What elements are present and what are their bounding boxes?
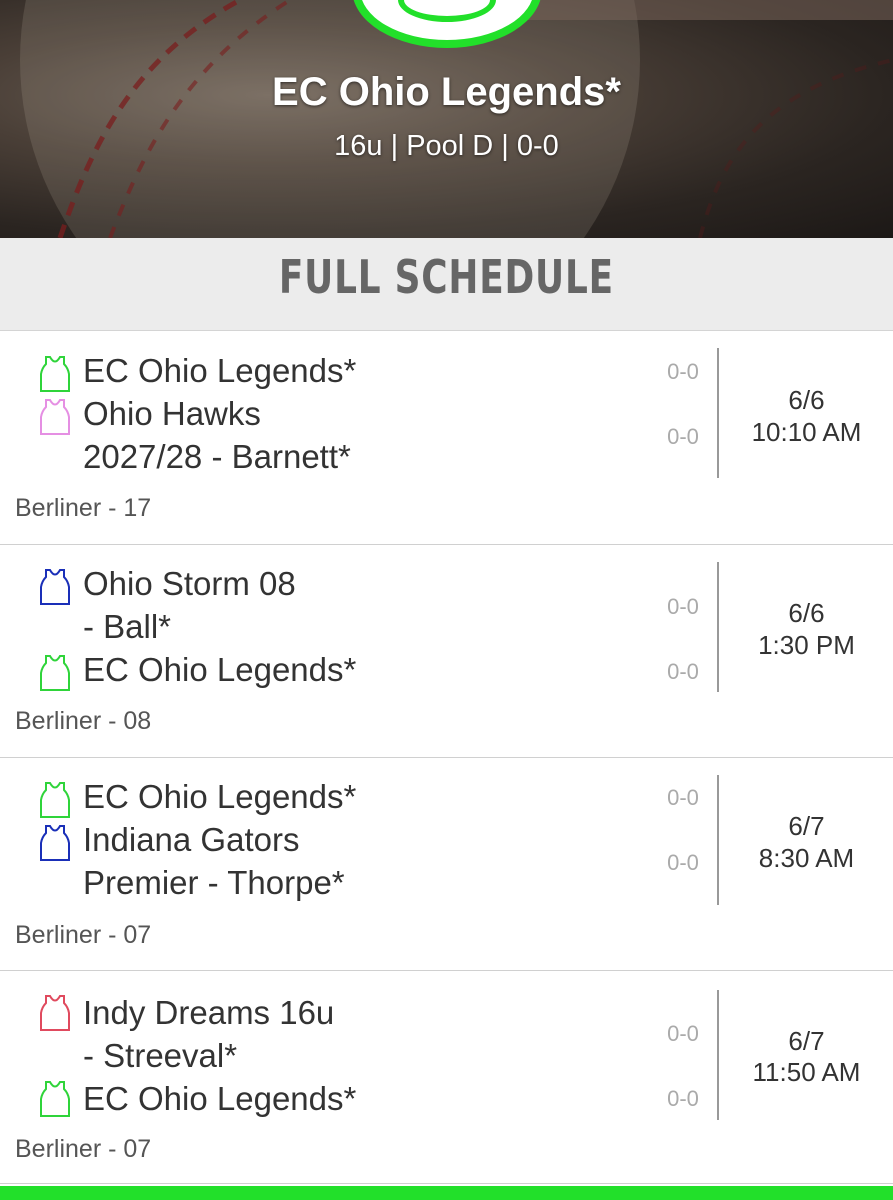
divider [717,990,719,1120]
score-home: 0-0 [667,594,699,619]
hero-top-bar [520,0,893,20]
team-name-away: Indiana Gators Premier - Thorpe* [83,821,345,901]
green-jersey-icon [40,1081,70,1117]
team-hero-banner: EC Ohio Legends* 16u | Pool D | 0-0 [0,0,893,238]
game-venue: Berliner - 08 [15,707,152,735]
green-jersey-icon [40,655,70,691]
game-date: 6/6 [788,598,825,628]
team-name: EC Ohio Legends* [272,70,621,114]
game-time: 11:50 AM [752,1057,861,1087]
blue-jersey-icon [40,569,70,605]
schedule-title: FULL SCHEDULE [278,250,614,304]
pink-jersey-icon [40,399,70,435]
score-home: 0-0 [667,785,699,810]
blue-jersey-icon [40,825,70,861]
team-name-home: Ohio Storm 08 - Ball* [83,565,296,645]
team-name-away: EC Ohio Legends* [83,651,357,688]
score-away: 0-0 [667,1086,699,1111]
red-jersey-icon [40,995,70,1031]
team-details: 16u | Pool D | 0-0 [334,130,559,162]
divider [717,562,719,692]
team-name-away: Ohio Hawks 2027/28 - Barnett* [83,395,351,475]
team-name-away: EC Ohio Legends* [83,1080,357,1117]
game-row[interactable]: Indy Dreams 16u - Streeval* EC Ohio Lege… [0,971,893,1184]
green-jersey-icon [40,782,70,818]
game-venue: Berliner - 17 [15,494,152,522]
game-time: 1:30 PM [758,630,855,660]
score-away: 0-0 [667,424,699,449]
game-date: 6/6 [788,385,825,415]
team-name-home: EC Ohio Legends* [83,352,357,389]
game-row[interactable]: EC Ohio Legends* Indiana Gators Premier … [0,758,893,971]
game-row[interactable]: Ohio Storm 08 - Ball* EC Ohio Legends* 0… [0,545,893,758]
game-venue: Berliner - 07 [15,921,152,949]
score-home: 0-0 [667,1021,699,1046]
footer-accent-bar [0,1186,893,1200]
divider [717,775,719,905]
game-date: 6/7 [788,1026,825,1056]
team-logo-inner-ring [398,0,496,22]
team-name-home: Indy Dreams 16u - Streeval* [83,994,335,1074]
game-date: 6/7 [788,811,825,841]
score-away: 0-0 [667,659,699,684]
game-time: 8:30 AM [758,843,855,873]
team-name-home: EC Ohio Legends* [83,778,357,815]
score-home: 0-0 [667,359,699,384]
game-row[interactable]: EC Ohio Legends* Ohio Hawks 2027/28 - Ba… [0,332,893,545]
game-time: 10:10 AM [751,417,862,447]
score-away: 0-0 [667,850,699,875]
divider [717,348,719,478]
green-jersey-icon [40,356,70,392]
game-venue: Berliner - 07 [15,1135,152,1163]
